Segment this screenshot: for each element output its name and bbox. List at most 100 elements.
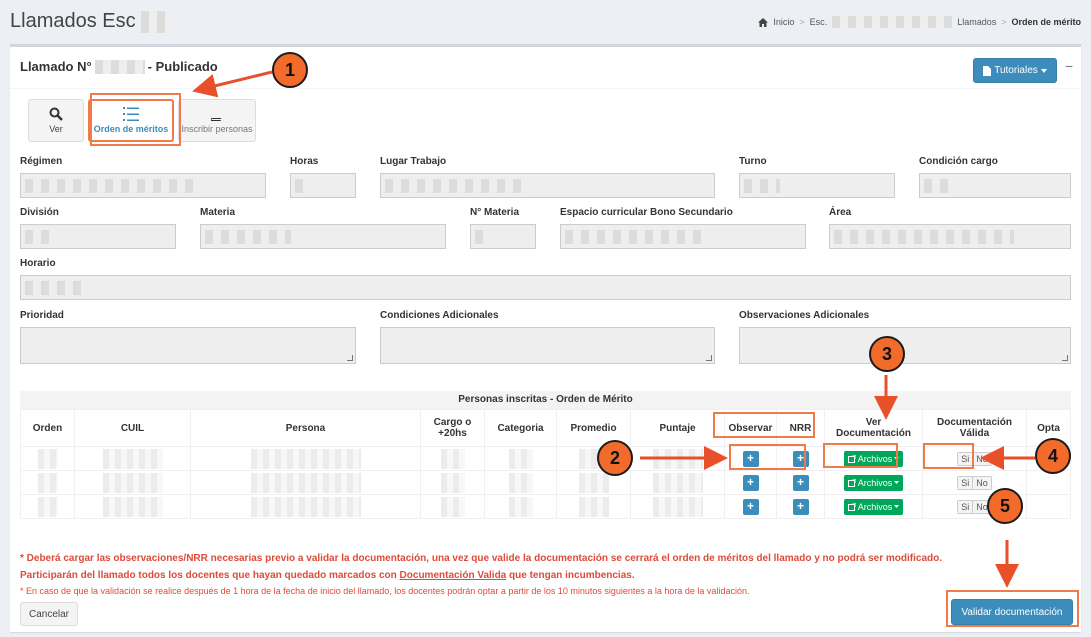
redacted-block: [94, 59, 145, 74]
cell-categoria: [484, 494, 557, 519]
cell-ver-doc: Archivos: [824, 470, 923, 495]
cell-orden: [20, 470, 75, 495]
page-title: Llamados Esc: [10, 10, 172, 33]
regimen-field: [20, 173, 266, 198]
cell-ver-doc: Archivos: [824, 494, 923, 519]
breadcrumb-separator: >: [799, 17, 805, 27]
table-title: Personas inscritas - Orden de Mérito: [20, 391, 1071, 409]
breadcrumb-esc[interactable]: Esc.: [810, 17, 828, 27]
cell-promedio: [556, 494, 631, 519]
no-option[interactable]: No: [972, 452, 991, 465]
label-prioridad: Prioridad: [20, 310, 64, 321]
caret-down-icon: [894, 481, 900, 484]
resize-handle-icon: [706, 355, 712, 361]
annotation-badge-5: 5: [987, 488, 1023, 524]
cell-cuil: [74, 494, 191, 519]
observaciones-adicionales-textarea: [739, 327, 1071, 364]
si-option[interactable]: Si: [958, 476, 973, 489]
orden-merito-table: Orden CUIL Persona Cargo o +20hs Categor…: [20, 409, 1071, 519]
archivos-button[interactable]: Archivos: [843, 474, 904, 491]
label-condicion-cargo: Condición cargo: [919, 156, 998, 167]
highlight-archivos: [823, 443, 898, 468]
nrr-plus-button[interactable]: +: [792, 498, 809, 515]
resize-handle-icon: [347, 355, 353, 361]
validation-time-note: * En caso de que la validación se realic…: [20, 586, 750, 596]
col-documentacion-valida: Documentación Válida: [922, 409, 1027, 447]
caret-down-icon: [894, 505, 900, 508]
table-row: + + Archivos Si No: [20, 470, 1071, 495]
label-horas: Horas: [290, 156, 319, 167]
highlight-observar-nrr-header: [713, 412, 815, 438]
breadcrumb-home[interactable]: Inicio: [773, 17, 794, 27]
documentacion-valida-link: Documentación Valida: [399, 570, 507, 581]
nrr-plus-button[interactable]: +: [792, 474, 809, 491]
cell-orden: [20, 494, 75, 519]
box-title: Llamado N° - Publicado: [20, 59, 218, 74]
cell-persona: [190, 446, 421, 471]
cell-nrr: +: [776, 470, 825, 495]
materia-field: [200, 224, 446, 249]
cell-categoria: [484, 446, 557, 471]
cell-persona: [190, 494, 421, 519]
inscribir-personas-button[interactable]: Inscribir personas: [178, 99, 256, 142]
tutoriales-button[interactable]: Tutoriales: [973, 58, 1057, 83]
annotation-badge-1: 1: [272, 52, 308, 88]
si-option[interactable]: Si: [958, 500, 973, 513]
warning-note: * Deberá cargar las observaciones/NRR ne…: [20, 553, 943, 564]
division-field: [20, 224, 176, 249]
annotation-badge-4: 4: [1035, 438, 1071, 474]
label-division: División: [20, 207, 59, 218]
label-area: Área: [829, 207, 852, 218]
label-espacio-curricular: Espacio curricular Bono Secundario: [560, 207, 733, 218]
external-link-icon: [847, 478, 856, 487]
cell-persona: [190, 470, 421, 495]
archivos-button[interactable]: Archivos: [843, 498, 904, 515]
turno-field: [739, 173, 895, 198]
annotation-badge-2: 2: [597, 440, 633, 476]
condicion-cargo-field: [919, 173, 1071, 198]
search-icon: [49, 107, 63, 121]
cell-opta: [1026, 470, 1071, 495]
col-persona: Persona: [190, 409, 421, 447]
annotation-badge-3: 3: [869, 336, 905, 372]
label-horario: Horario: [20, 258, 56, 269]
breadcrumb: Inicio > Esc. Llamados > Orden de mérito: [758, 16, 1081, 28]
col-cargo: Cargo o +20hs: [420, 409, 485, 447]
top-bar: Llamados Esc Inicio > Esc. Llamados > Or…: [0, 0, 1091, 44]
label-regimen: Régimen: [20, 156, 63, 167]
book-icon: [211, 107, 223, 121]
horario-field: [20, 275, 1071, 300]
home-icon: [758, 17, 769, 27]
col-cuil: CUIL: [74, 409, 191, 447]
condiciones-adicionales-textarea: [380, 327, 715, 364]
col-orden: Orden: [20, 409, 75, 447]
col-ver-documentacion: Ver Documentación: [824, 409, 923, 447]
lugar-trabajo-field: [380, 173, 715, 198]
cell-cargo: [420, 446, 485, 471]
espacio-curricular-field: [560, 224, 806, 249]
ver-button[interactable]: Ver: [28, 99, 84, 142]
box-header: Llamado N° - Publicado Tutoriales −: [10, 47, 1081, 89]
cell-observar: +: [724, 494, 777, 519]
breadcrumb-llamados[interactable]: Llamados: [957, 17, 996, 27]
cell-puntaje: [630, 470, 725, 495]
table-row: + + Archivos Si No: [20, 446, 1071, 471]
observar-plus-button[interactable]: +: [742, 498, 759, 515]
cell-orden: [20, 446, 75, 471]
cell-opta: [1026, 494, 1071, 519]
observar-plus-button[interactable]: +: [742, 474, 759, 491]
cell-nrr: +: [776, 494, 825, 519]
external-link-icon: [847, 502, 856, 511]
redacted-block: [832, 16, 953, 28]
cancel-button[interactable]: Cancelar: [20, 602, 78, 626]
collapse-button[interactable]: −: [1065, 58, 1073, 74]
highlight-plus-buttons: [729, 444, 806, 470]
redacted-block: [141, 10, 172, 33]
cell-cuil: [74, 446, 191, 471]
valida-toggle[interactable]: Si No: [957, 475, 992, 490]
file-icon: [983, 65, 992, 76]
resize-handle-icon: [1062, 355, 1068, 361]
label-materia: Materia: [200, 207, 236, 218]
no-option[interactable]: No: [972, 476, 991, 489]
cell-cuil: [74, 470, 191, 495]
